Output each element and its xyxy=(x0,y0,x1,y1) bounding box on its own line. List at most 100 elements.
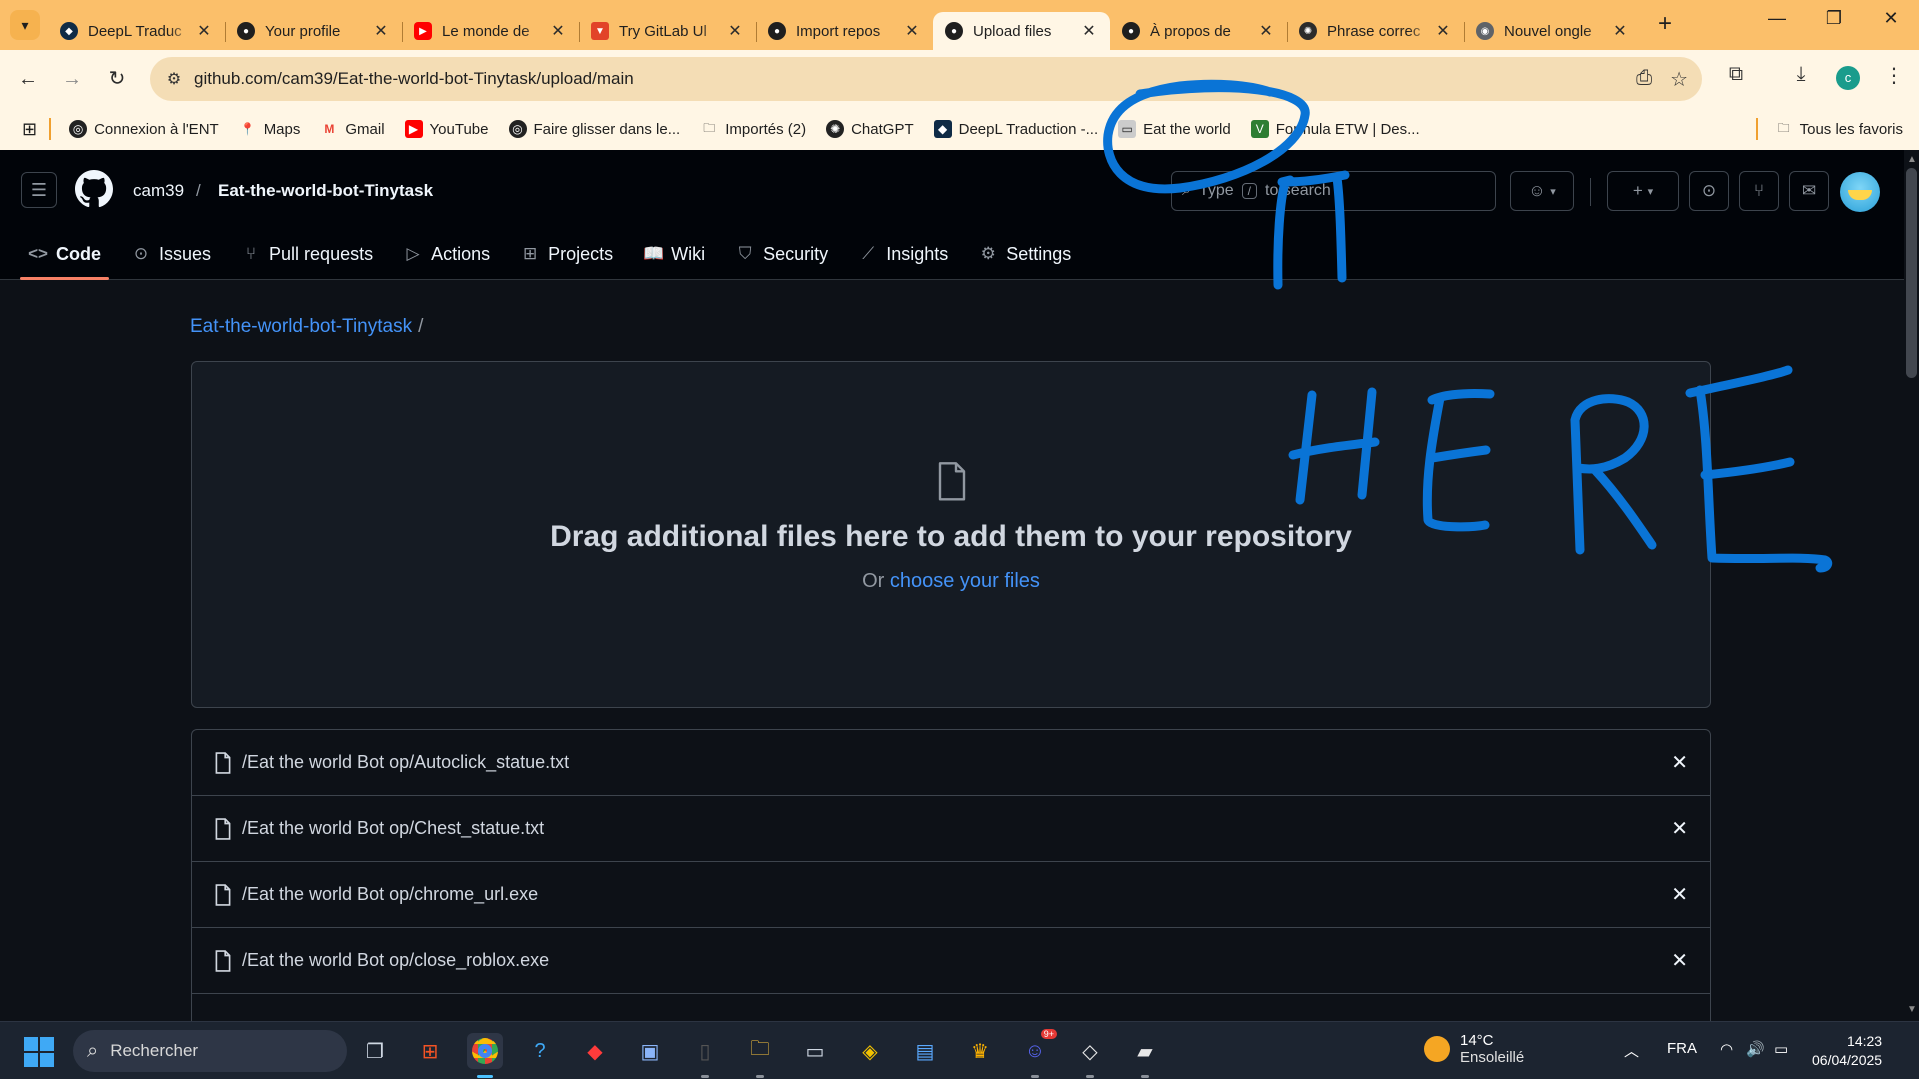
tab-a-propos[interactable]: ● À propos de ✕ xyxy=(1110,12,1287,50)
close-icon[interactable]: ✕ xyxy=(1671,882,1688,907)
bookmark-folder[interactable]: 🗀 Importés (2) xyxy=(700,120,806,138)
tab-actions[interactable]: ▷ Actions xyxy=(395,232,498,276)
tab-import-repos[interactable]: ● Import repos ✕ xyxy=(756,12,933,50)
user-avatar[interactable] xyxy=(1840,172,1880,212)
tab-phrase-correcte[interactable]: ✺ Phrase correc ✕ xyxy=(1287,12,1464,50)
tab-upload-files[interactable]: ● Upload files ✕ xyxy=(933,12,1110,50)
repo-owner-link[interactable]: cam39 xyxy=(133,181,184,201)
roblox-icon[interactable]: ◇ xyxy=(1072,1033,1108,1078)
mouse-icon[interactable]: ▯ xyxy=(687,1033,723,1078)
game-icon[interactable]: ◈ xyxy=(852,1033,888,1069)
tab-deepl[interactable]: ◆ DeepL Traduc ✕ xyxy=(48,12,225,50)
choose-files-link[interactable]: choose your files xyxy=(890,570,1040,592)
address-bar[interactable]: ⚙ github.com/cam39/Eat-the-world-bot-Tin… xyxy=(150,57,1702,101)
tab-search-button[interactable]: ▾ xyxy=(10,10,40,40)
create-new-button[interactable]: + ▾ xyxy=(1607,171,1679,211)
battery-icon[interactable]: ▭ xyxy=(1774,1040,1788,1058)
tab-projects[interactable]: ⊞ Projects xyxy=(512,232,621,276)
extensions-icon[interactable]: ⧉ xyxy=(1720,63,1752,86)
close-icon[interactable]: ✕ xyxy=(1671,948,1688,973)
scroll-up-icon[interactable]: ▲ xyxy=(1905,154,1919,165)
close-icon[interactable]: ✕ xyxy=(549,21,567,41)
install-app-icon[interactable]: ⎙ xyxy=(1636,67,1652,92)
microsoft-store-icon[interactable]: ⊞ xyxy=(412,1033,448,1069)
site-info-icon[interactable]: ⚙ xyxy=(154,69,194,89)
tab-gitlab[interactable]: ▼ Try GitLab Ul ✕ xyxy=(579,12,756,50)
command-prompt-icon[interactable]: ▰ xyxy=(1127,1033,1163,1078)
close-icon[interactable]: ✕ xyxy=(1671,816,1688,841)
medal-icon[interactable]: ♛ xyxy=(962,1033,998,1069)
tab-youtube[interactable]: ▶ Le monde de ✕ xyxy=(402,12,579,50)
profile-avatar[interactable]: c xyxy=(1836,66,1860,90)
download-icon[interactable]: ⤓ xyxy=(1785,63,1817,86)
close-icon[interactable]: ✕ xyxy=(1434,21,1452,41)
pull-requests-button[interactable]: ⑂ xyxy=(1739,171,1779,211)
discord-icon[interactable]: ☺ 9+ xyxy=(1017,1029,1057,1078)
bookmark-item[interactable]: ◎ Connexion à l'ENT xyxy=(69,120,219,138)
breadcrumb-repo-link[interactable]: Eat-the-world-bot-Tinytask xyxy=(190,316,412,337)
tab-code[interactable]: <> Code xyxy=(20,232,109,280)
issues-button[interactable]: ⊙ xyxy=(1689,171,1729,211)
bookmark-item[interactable]: ◆ DeepL Traduction -... xyxy=(933,120,1098,138)
close-icon[interactable]: ✕ xyxy=(1080,21,1098,41)
minimize-icon[interactable]: — xyxy=(1757,8,1797,29)
new-tab-button[interactable]: + xyxy=(1650,10,1680,40)
close-icon[interactable]: ✕ xyxy=(1671,750,1688,775)
chrome-icon[interactable] xyxy=(467,1033,503,1078)
tab-nouvel-onglet[interactable]: ◉ Nouvel ongle ✕ xyxy=(1464,12,1641,50)
tab-insights[interactable]: ⟋ Insights xyxy=(850,232,956,276)
copilot-button[interactable]: ☺ ▾ xyxy=(1510,171,1574,211)
tab-settings[interactable]: ⚙ Settings xyxy=(970,232,1079,276)
menu-kebab-icon[interactable]: ⋮ xyxy=(1878,63,1910,88)
back-button[interactable]: ← xyxy=(12,63,44,95)
weather-widget[interactable]: 14°C Ensoleillé xyxy=(1424,1032,1524,1066)
tab-wiki[interactable]: 📖 Wiki xyxy=(635,232,713,276)
file-drop-zone[interactable]: Drag additional files here to add them t… xyxy=(191,361,1711,708)
close-icon[interactable]: ✕ xyxy=(726,21,744,41)
close-icon[interactable]: ✕ xyxy=(903,21,921,41)
forward-button[interactable]: → xyxy=(56,63,88,95)
close-icon[interactable]: ✕ xyxy=(195,21,213,41)
scroll-down-icon[interactable]: ▼ xyxy=(1905,1004,1919,1015)
bookmark-item[interactable]: ▭ Eat the world xyxy=(1118,120,1231,138)
volume-icon[interactable]: 🔊 xyxy=(1746,1040,1765,1058)
terminal-window-icon[interactable]: ▭ xyxy=(797,1033,833,1069)
tab-your-profile[interactable]: ● Your profile ✕ xyxy=(225,12,402,50)
anydesk-icon[interactable]: ◆ xyxy=(577,1033,613,1069)
bookmark-item[interactable]: ◎ Faire glisser dans le... xyxy=(508,120,680,138)
bookmark-item[interactable]: 📍 Maps xyxy=(239,120,300,138)
notepad-icon[interactable]: ▤ xyxy=(907,1033,943,1069)
apps-grid-icon[interactable]: ⊞ xyxy=(22,119,37,140)
bookmark-item[interactable]: M Gmail xyxy=(320,120,384,138)
hamburger-menu-icon[interactable]: ☰ xyxy=(21,172,57,208)
url-text[interactable]: github.com/cam39/Eat-the-world-bot-Tinyt… xyxy=(194,69,634,89)
chevron-up-icon[interactable]: ︿ xyxy=(1624,1040,1639,1061)
bookmark-star-icon[interactable]: ☆ xyxy=(1670,67,1688,92)
all-bookmarks-folder[interactable]: 🗀 Tous les favoris xyxy=(1755,118,1903,140)
task-view-icon[interactable]: ❐ xyxy=(357,1033,393,1069)
inbox-button[interactable]: ✉ xyxy=(1789,171,1829,211)
tab-security[interactable]: ⛉ Security xyxy=(727,232,836,276)
reload-button[interactable]: ↻ xyxy=(101,63,133,95)
vpn-icon[interactable]: ▣ xyxy=(632,1033,668,1069)
github-search-input[interactable]: ⌕ Type / to search xyxy=(1171,171,1496,211)
bookmark-item[interactable]: ✺ ChatGPT xyxy=(826,120,914,138)
restore-icon[interactable]: ❐ xyxy=(1814,8,1854,29)
help-icon[interactable]: ? xyxy=(522,1033,558,1069)
bookmark-item[interactable]: ▶ YouTube xyxy=(404,120,489,138)
taskbar-search-input[interactable]: ⌕ Rechercher xyxy=(73,1030,347,1072)
system-clock[interactable]: 14:23 06/04/2025 xyxy=(1812,1032,1882,1070)
tab-issues[interactable]: ⊙ Issues xyxy=(123,232,219,276)
windows-start-icon[interactable] xyxy=(24,1037,54,1067)
close-icon[interactable]: ✕ xyxy=(1611,21,1629,41)
close-icon[interactable]: ✕ xyxy=(1257,21,1275,41)
close-icon[interactable]: ✕ xyxy=(372,21,390,41)
repo-name-link[interactable]: Eat-the-world-bot-Tinytask xyxy=(218,181,433,201)
tab-pull-requests[interactable]: ⑂ Pull requests xyxy=(233,232,381,276)
scrollbar-thumb[interactable] xyxy=(1906,168,1917,378)
bookmark-item[interactable]: V Formula ETW | Des... xyxy=(1250,120,1420,138)
input-language[interactable]: FRA xyxy=(1667,1040,1697,1057)
wifi-icon[interactable]: ◠ xyxy=(1720,1040,1733,1058)
window-close-icon[interactable]: ✕ xyxy=(1871,8,1911,29)
github-logo-icon[interactable] xyxy=(75,170,113,208)
